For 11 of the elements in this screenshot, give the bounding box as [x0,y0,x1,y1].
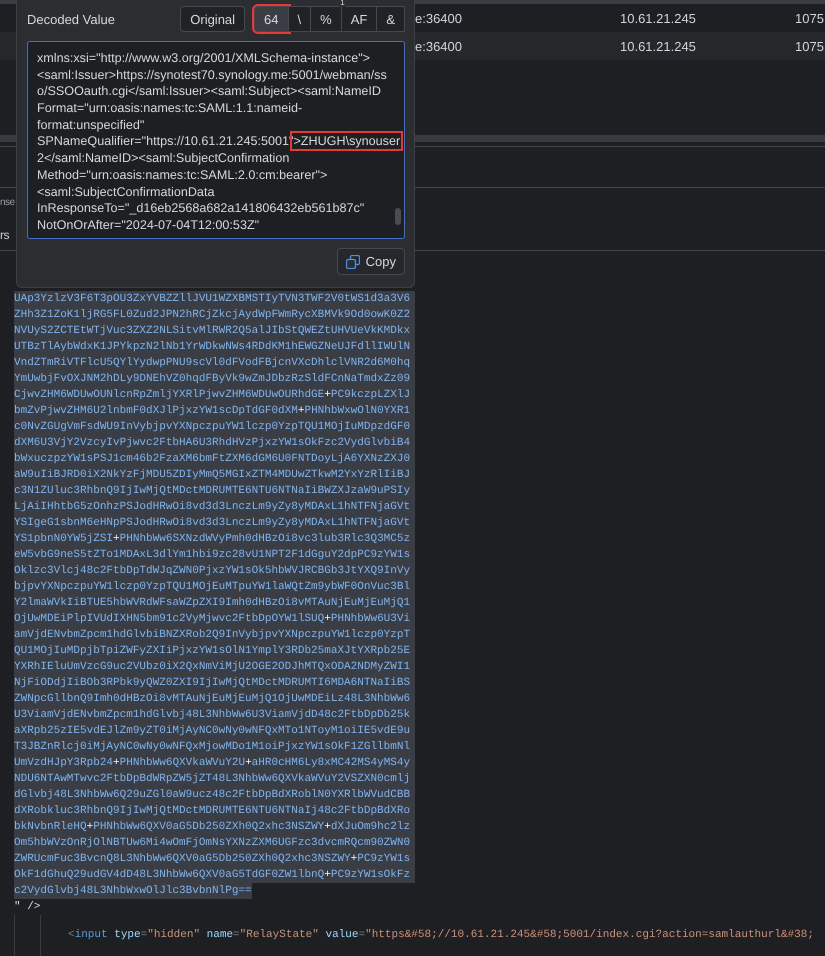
code-line: " /> [13,900,42,915]
table-cell-text: 10.61.21.245 [620,38,697,54]
table-cell-text: e:36400 [415,38,463,54]
popup-title: Decoded Value [27,12,115,26]
text-fragment: nse [0,197,15,208]
code-line: <input type="hidden" name="RelayState" value="https&#58;//10.61.21.245&#58;5001/index.cgi?action=samlauthurl&#38; [68,928,815,943]
text-fragment: rs [0,228,9,242]
table-cell-text: 10.61.21.245 [620,10,697,26]
table-cell: 1075 [795,10,825,26]
table-cell: 1075 [795,38,825,54]
table-cell-text: e:36400 [415,10,463,26]
